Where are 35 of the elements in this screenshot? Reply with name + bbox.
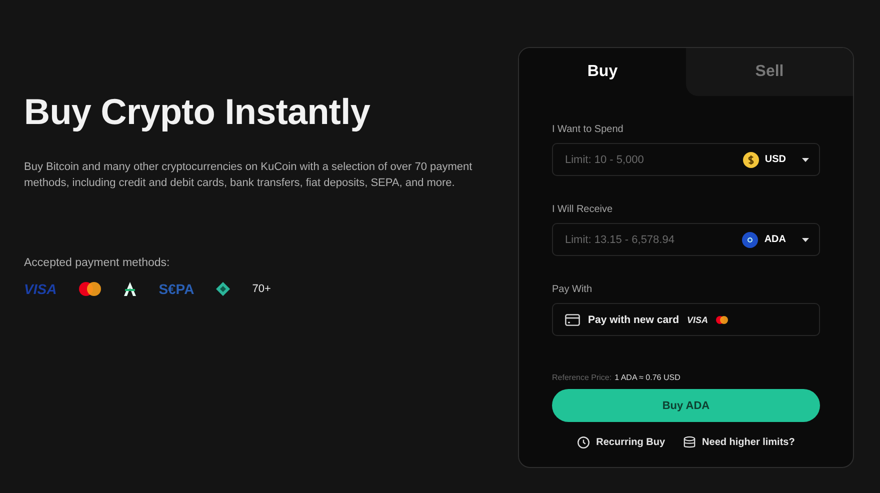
visa-logo: VISA: [687, 314, 708, 324]
coin-icon: [742, 232, 758, 248]
payment-option-label: Pay with new card: [588, 314, 680, 326]
reference-price-label: Reference Price:: [552, 373, 612, 382]
mastercard-icon: [716, 316, 728, 324]
clock-icon: [577, 436, 590, 449]
payment-option[interactable]: Pay with new card VISA: [552, 303, 820, 336]
card-icon: [565, 314, 580, 326]
field-label: I Want to Spend: [552, 124, 624, 135]
page-title: Buy Crypto Instantly: [24, 91, 372, 133]
caret-icon[interactable]: [802, 158, 809, 162]
currency-label: ADA: [764, 234, 786, 245]
caret-icon[interactable]: [802, 238, 809, 242]
database-icon: [683, 436, 696, 449]
field-label: I Will Receive: [552, 204, 614, 215]
sepa-logo: S€PA: [158, 281, 194, 297]
footer-link[interactable]: Need higher limits?: [683, 436, 795, 449]
mastercard-icon: [78, 282, 101, 296]
amount-input[interactable]: Limit: 10 - 5,000: [563, 152, 737, 166]
triangle-logo-icon: [122, 282, 137, 296]
currency-label: USD: [764, 154, 786, 165]
visa-logo: VISA: [24, 281, 57, 297]
dollar-coin-icon: [742, 152, 759, 168]
reference-price-value: 1 ADA ≈ 0.76 USD: [614, 373, 680, 382]
field-label: Pay With: [552, 284, 594, 295]
amount-input[interactable]: Limit: 13.15 - 6,578.94: [563, 232, 736, 246]
amount-field[interactable]: Limit: 13.15 - 6,578.94 ADA: [552, 223, 820, 256]
description: Buy Bitcoin and many other cryptocurrencies on KuCoin with a selection of over 70 payment methods, including credit and debit cards, bank transfers, fiat deposits, SEPA, and more.: [24, 160, 474, 191]
payment-methods-label: Accepted payment methods:: [24, 257, 171, 269]
footer-link[interactable]: Recurring Buy: [577, 436, 666, 449]
buy-button[interactable]: Buy ADA: [552, 389, 820, 422]
amount-field[interactable]: Limit: 10 - 5,000 USD: [552, 143, 820, 176]
more-count: 70+: [252, 283, 271, 295]
tab[interactable]: Sell: [686, 48, 853, 96]
diamond-logo-icon: [216, 282, 230, 296]
